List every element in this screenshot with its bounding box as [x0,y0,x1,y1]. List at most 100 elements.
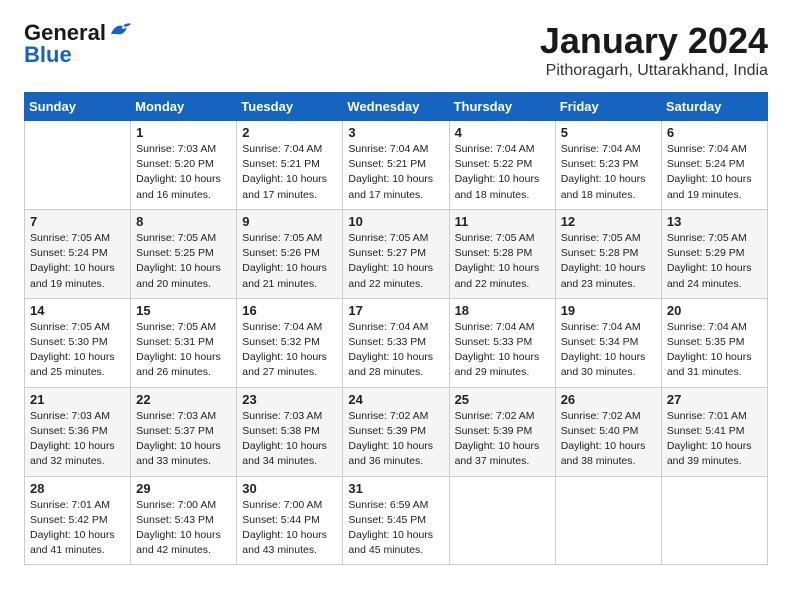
day-number: 31 [348,481,443,496]
table-row: 30Sunrise: 7:00 AM Sunset: 5:44 PM Dayli… [237,476,343,565]
month-title: January 2024 [540,20,768,62]
day-info: Sunrise: 7:05 AM Sunset: 5:25 PM Dayligh… [136,231,231,292]
table-row: 21Sunrise: 7:03 AM Sunset: 5:36 PM Dayli… [25,387,131,476]
day-info: Sunrise: 7:02 AM Sunset: 5:39 PM Dayligh… [348,409,443,470]
day-number: 15 [136,303,231,318]
day-number: 13 [667,214,762,229]
day-number: 18 [455,303,550,318]
day-info: Sunrise: 7:05 AM Sunset: 5:24 PM Dayligh… [30,231,125,292]
table-row: 20 Sunrise: 7:04 AM Sunset: 5:35 PM Dayli… [661,298,767,387]
day-number: 25 [455,392,550,407]
day-number: 20 [667,303,762,318]
day-info: Sunrise: 7:03 AM Sunset: 5:38 PM Dayligh… [242,409,337,470]
table-row: 8Sunrise: 7:05 AM Sunset: 5:25 PM Daylig… [131,209,237,298]
logo: General Blue [24,20,131,68]
table-row: 27 Sunrise: 7:01 AM Sunset: 5:41 PM Dayli… [661,387,767,476]
table-row: 25 Sunrise: 7:02 AM Sunset: 5:39 PM Dayli… [449,387,555,476]
table-row: 1Sunrise: 7:03 AM Sunset: 5:20 PM Daylig… [131,121,237,210]
day-number: 16 [242,303,337,318]
table-row: 15 Sunrise: 7:05 AM Sunset: 5:31 PM Dayli… [131,298,237,387]
table-row: 2 Sunrise: 7:04 AM Sunset: 5:21 PM Daylig… [237,121,343,210]
day-info: Sunrise: 7:04 AM Sunset: 5:35 PM Dayligh… [667,320,762,381]
header-sunday: Sunday [25,93,131,121]
day-info: Sunrise: 7:04 AM Sunset: 5:33 PM Dayligh… [455,320,550,381]
table-row: 12 Sunrise: 7:05 AM Sunset: 5:28 PM Dayli… [555,209,661,298]
day-info: Sunrise: 7:04 AM Sunset: 5:21 PM Dayligh… [348,142,443,203]
day-number: 27 [667,392,762,407]
day-number: 6 [667,125,762,140]
day-number: 1 [136,125,231,140]
week-row-1: 1Sunrise: 7:03 AM Sunset: 5:20 PM Daylig… [25,121,768,210]
week-row-5: 28Sunrise: 7:01 AM Sunset: 5:42 PM Dayli… [25,476,768,565]
table-row: 23 Sunrise: 7:03 AM Sunset: 5:38 PM Dayli… [237,387,343,476]
day-number: 26 [561,392,656,407]
table-row: 19Sunrise: 7:04 AM Sunset: 5:34 PM Dayli… [555,298,661,387]
day-number: 28 [30,481,125,496]
table-row: 26Sunrise: 7:02 AM Sunset: 5:40 PM Dayli… [555,387,661,476]
table-row: 29 Sunrise: 7:00 AM Sunset: 5:43 PM Dayli… [131,476,237,565]
day-info: Sunrise: 7:04 AM Sunset: 5:21 PM Dayligh… [242,142,337,203]
header-friday: Friday [555,93,661,121]
table-row: 31 Sunrise: 6:59 AM Sunset: 5:45 PM Dayli… [343,476,449,565]
day-info: Sunrise: 7:05 AM Sunset: 5:31 PM Dayligh… [136,320,231,381]
day-number: 10 [348,214,443,229]
day-number: 30 [242,481,337,496]
table-row: 24 Sunrise: 7:02 AM Sunset: 5:39 PM Dayli… [343,387,449,476]
day-info: Sunrise: 7:05 AM Sunset: 5:29 PM Dayligh… [667,231,762,292]
day-info: Sunrise: 7:05 AM Sunset: 5:27 PM Dayligh… [348,231,443,292]
table-row [555,476,661,565]
day-info: Sunrise: 7:05 AM Sunset: 5:26 PM Dayligh… [242,231,337,292]
day-info: Sunrise: 7:04 AM Sunset: 5:22 PM Dayligh… [455,142,550,203]
day-number: 2 [242,125,337,140]
calendar-table: Sunday Monday Tuesday Wednesday Thursday… [24,92,768,565]
table-row: 4 Sunrise: 7:04 AM Sunset: 5:22 PM Daylig… [449,121,555,210]
table-row: 22Sunrise: 7:03 AM Sunset: 5:37 PM Dayli… [131,387,237,476]
day-info: Sunrise: 7:04 AM Sunset: 5:33 PM Dayligh… [348,320,443,381]
day-info: Sunrise: 7:01 AM Sunset: 5:41 PM Dayligh… [667,409,762,470]
day-number: 12 [561,214,656,229]
table-row: 9Sunrise: 7:05 AM Sunset: 5:26 PM Daylig… [237,209,343,298]
day-number: 7 [30,214,125,229]
table-row [661,476,767,565]
page-header: General Blue January 2024 Pithoragarh, U… [24,20,768,80]
table-row: 13 Sunrise: 7:05 AM Sunset: 5:29 PM Dayli… [661,209,767,298]
day-number: 19 [561,303,656,318]
table-row: 16 Sunrise: 7:04 AM Sunset: 5:32 PM Dayli… [237,298,343,387]
week-row-2: 7 Sunrise: 7:05 AM Sunset: 5:24 PM Daylig… [25,209,768,298]
table-row: 17Sunrise: 7:04 AM Sunset: 5:33 PM Dayli… [343,298,449,387]
table-row: 7 Sunrise: 7:05 AM Sunset: 5:24 PM Daylig… [25,209,131,298]
title-block: January 2024 Pithoragarh, Uttarakhand, I… [540,20,768,80]
table-row: 28Sunrise: 7:01 AM Sunset: 5:42 PM Dayli… [25,476,131,565]
table-row: 14 Sunrise: 7:05 AM Sunset: 5:30 PM Dayli… [25,298,131,387]
week-row-4: 21Sunrise: 7:03 AM Sunset: 5:36 PM Dayli… [25,387,768,476]
day-number: 24 [348,392,443,407]
header-monday: Monday [131,93,237,121]
day-info: Sunrise: 7:04 AM Sunset: 5:24 PM Dayligh… [667,142,762,203]
day-number: 14 [30,303,125,318]
header-tuesday: Tuesday [237,93,343,121]
table-row [25,121,131,210]
day-info: Sunrise: 6:59 AM Sunset: 5:45 PM Dayligh… [348,498,443,559]
day-info: Sunrise: 7:00 AM Sunset: 5:43 PM Dayligh… [136,498,231,559]
day-info: Sunrise: 7:05 AM Sunset: 5:30 PM Dayligh… [30,320,125,381]
day-info: Sunrise: 7:05 AM Sunset: 5:28 PM Dayligh… [455,231,550,292]
logo-blue: Blue [24,42,72,68]
location: Pithoragarh, Uttarakhand, India [540,62,768,80]
table-row: 11 Sunrise: 7:05 AM Sunset: 5:28 PM Dayli… [449,209,555,298]
day-number: 5 [561,125,656,140]
header-thursday: Thursday [449,93,555,121]
day-number: 22 [136,392,231,407]
header-wednesday: Wednesday [343,93,449,121]
day-info: Sunrise: 7:02 AM Sunset: 5:39 PM Dayligh… [455,409,550,470]
day-number: 21 [30,392,125,407]
day-number: 29 [136,481,231,496]
day-number: 11 [455,214,550,229]
day-number: 3 [348,125,443,140]
day-info: Sunrise: 7:05 AM Sunset: 5:28 PM Dayligh… [561,231,656,292]
day-number: 4 [455,125,550,140]
table-row: 3 Sunrise: 7:04 AM Sunset: 5:21 PM Daylig… [343,121,449,210]
day-number: 23 [242,392,337,407]
day-info: Sunrise: 7:04 AM Sunset: 5:32 PM Dayligh… [242,320,337,381]
table-row [449,476,555,565]
header-saturday: Saturday [661,93,767,121]
